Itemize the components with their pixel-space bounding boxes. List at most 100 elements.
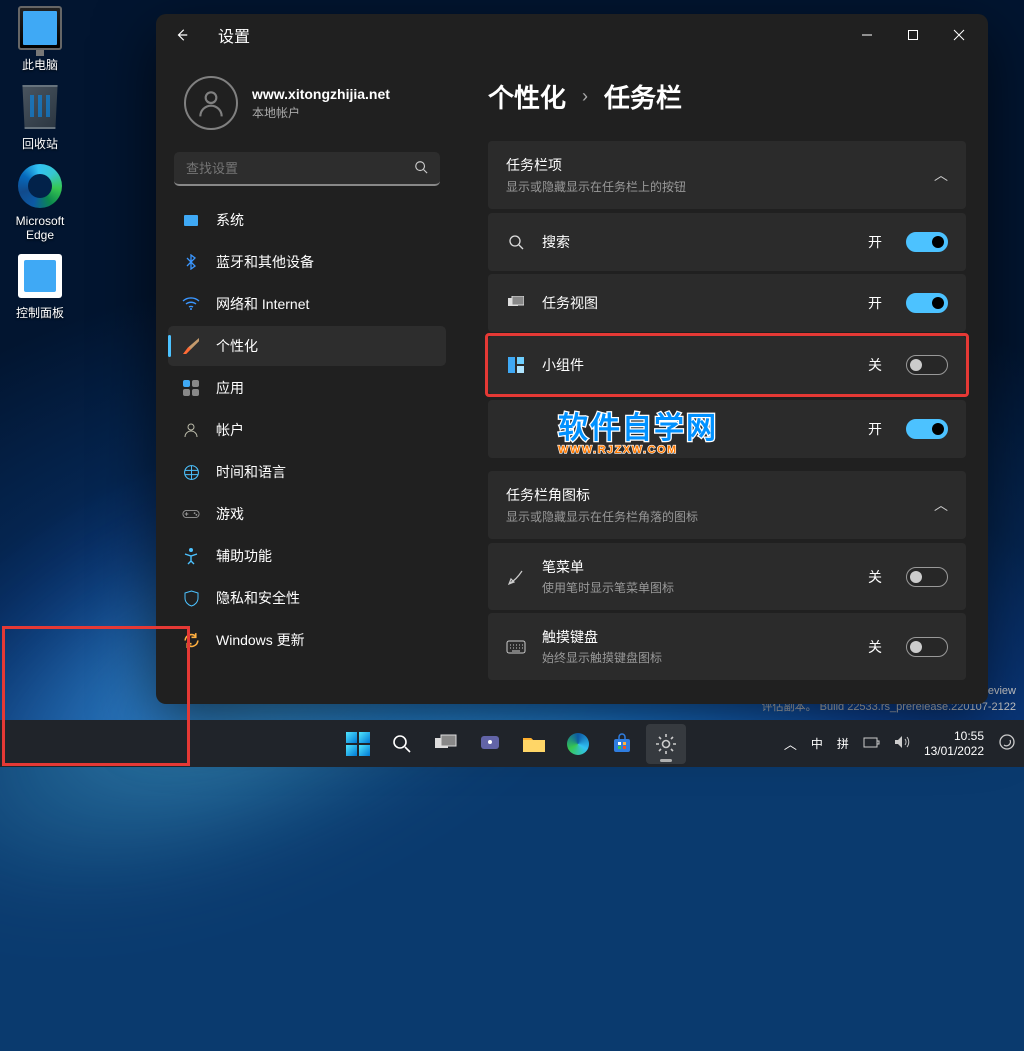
section-corner-icons[interactable]: 任务栏角图标 显示或隐藏显示在任务栏角落的图标 ︿ <box>488 471 966 539</box>
row-chat: 开 <box>488 400 966 458</box>
breadcrumb-parent[interactable]: 个性化 <box>488 78 566 115</box>
profile-account: 本地帐户 <box>252 104 390 121</box>
maximize-button[interactable] <box>890 19 936 51</box>
settings-window: 设置 www.xitongzhijia.net 本地帐户 <box>156 14 988 704</box>
toggle-widgets[interactable] <box>906 355 948 375</box>
profile[interactable]: www.xitongzhijia.net 本地帐户 <box>168 68 446 148</box>
close-button[interactable] <box>936 19 982 51</box>
tray-volume-icon[interactable] <box>894 735 910 752</box>
toggle-pen-menu[interactable] <box>906 567 948 587</box>
toggle-touch-keyboard[interactable] <box>906 637 948 657</box>
edge-icon <box>567 733 589 755</box>
row-touch-keyboard: 触摸键盘 始终显示触摸键盘图标 关 <box>488 613 966 680</box>
tray-network-icon[interactable] <box>863 735 880 752</box>
keyboard-icon <box>506 640 526 654</box>
section-taskbar-items[interactable]: 任务栏项 显示或隐藏显示在任务栏上的按钮 ︿ <box>488 141 966 209</box>
sidebar: www.xitongzhijia.net 本地帐户 系统 蓝牙和其他设备 网络和… <box>156 56 456 704</box>
brush-icon <box>182 337 200 355</box>
nav-personalization[interactable]: 个性化 <box>168 326 446 366</box>
chevron-right-icon: › <box>582 86 588 107</box>
nav: 系统 蓝牙和其他设备 网络和 Internet 个性化 应用 帐户 时间和语言 … <box>168 200 446 660</box>
control-panel-icon <box>18 254 62 298</box>
nav-apps[interactable]: 应用 <box>168 368 446 408</box>
breadcrumb: 个性化 › 任务栏 <box>488 78 966 115</box>
content: 个性化 › 任务栏 任务栏项 显示或隐藏显示在任务栏上的按钮 ︿ 搜索 开 <box>456 56 988 704</box>
nav-accounts[interactable]: 帐户 <box>168 410 446 450</box>
bluetooth-icon <box>182 253 200 271</box>
system-tray: ︿ 中 拼 10:55 13/01/2022 <box>784 729 1016 759</box>
pen-icon <box>506 568 526 586</box>
chat-icon <box>479 733 501 755</box>
toggle-chat[interactable] <box>906 419 948 439</box>
gear-icon <box>654 732 678 756</box>
taskbar-store[interactable] <box>602 724 642 764</box>
avatar <box>184 76 238 130</box>
taskbar: ︿ 中 拼 10:55 13/01/2022 <box>0 720 1024 767</box>
toggle-search[interactable] <box>906 232 948 252</box>
display-icon <box>182 211 200 229</box>
highlight-widgets: 小组件 关 <box>485 333 969 397</box>
row-widgets: 小组件 关 <box>488 336 966 394</box>
row-pen-menu: 笔菜单 使用笔时显示笔菜单图标 关 <box>488 543 966 610</box>
nav-privacy[interactable]: 隐私和安全性 <box>168 578 446 618</box>
nav-gaming[interactable]: 游戏 <box>168 494 446 534</box>
chevron-up-icon: ︿ <box>934 165 948 185</box>
breadcrumb-current: 任务栏 <box>604 78 682 115</box>
task-view-icon <box>506 296 526 310</box>
row-task-view: 任务视图 开 <box>488 274 966 332</box>
taskbar-edge[interactable] <box>558 724 598 764</box>
row-search: 搜索 开 <box>488 213 966 271</box>
search-icon <box>506 234 526 250</box>
window-title: 设置 <box>218 23 250 47</box>
nav-system[interactable]: 系统 <box>168 200 446 240</box>
folder-icon <box>522 734 546 754</box>
desktop-icons: 此电脑 回收站 Microsoft Edge 控制面板 <box>0 0 80 333</box>
globe-icon <box>182 463 200 481</box>
taskbar-settings[interactable] <box>646 724 686 764</box>
nav-bluetooth[interactable]: 蓝牙和其他设备 <box>168 242 446 282</box>
tray-ime-mode[interactable]: 拼 <box>837 735 849 752</box>
start-button[interactable] <box>338 724 378 764</box>
nav-network[interactable]: 网络和 Internet <box>168 284 446 324</box>
taskbar-search[interactable] <box>382 724 422 764</box>
taskbar-center <box>338 724 686 764</box>
accessibility-icon <box>182 547 200 565</box>
minimize-button[interactable] <box>844 19 890 51</box>
pc-icon <box>18 6 62 50</box>
taskbar-chat[interactable] <box>470 724 510 764</box>
taskbar-explorer[interactable] <box>514 724 554 764</box>
profile-name: www.xitongzhijia.net <box>252 86 390 102</box>
nav-time-language[interactable]: 时间和语言 <box>168 452 446 492</box>
back-button[interactable] <box>168 21 196 49</box>
tray-clock[interactable]: 10:55 13/01/2022 <box>924 729 984 759</box>
search-input[interactable] <box>186 161 414 176</box>
update-icon <box>182 631 200 649</box>
search-box[interactable] <box>174 152 440 186</box>
start-icon <box>346 732 370 756</box>
search-icon <box>414 160 428 177</box>
tray-focus-icon[interactable] <box>998 733 1016 754</box>
task-view-icon <box>435 734 457 754</box>
taskbar-task-view[interactable] <box>426 724 466 764</box>
search-icon <box>391 733 413 755</box>
tray-chevron-up-icon[interactable]: ︿ <box>784 734 797 753</box>
widgets-icon <box>506 357 526 373</box>
toggle-task-view[interactable] <box>906 293 948 313</box>
recycle-bin-icon <box>18 85 62 129</box>
store-icon <box>611 733 633 755</box>
edge-icon <box>18 164 62 208</box>
desktop-icon-recycle-bin[interactable]: 回收站 <box>4 85 76 152</box>
desktop-icon-this-pc[interactable]: 此电脑 <box>4 6 76 73</box>
nav-windows-update[interactable]: Windows 更新 <box>168 620 446 660</box>
desktop-icon-control-panel[interactable]: 控制面板 <box>4 254 76 321</box>
tray-ime-language[interactable]: 中 <box>811 735 823 752</box>
desktop-icon-edge[interactable]: Microsoft Edge <box>4 164 76 242</box>
apps-icon <box>182 379 200 397</box>
chevron-up-icon: ︿ <box>934 495 948 515</box>
wifi-icon <box>182 295 200 313</box>
nav-accessibility[interactable]: 辅助功能 <box>168 536 446 576</box>
shield-icon <box>182 589 200 607</box>
gamepad-icon <box>182 505 200 523</box>
user-icon <box>182 421 200 439</box>
titlebar: 设置 <box>156 14 988 56</box>
